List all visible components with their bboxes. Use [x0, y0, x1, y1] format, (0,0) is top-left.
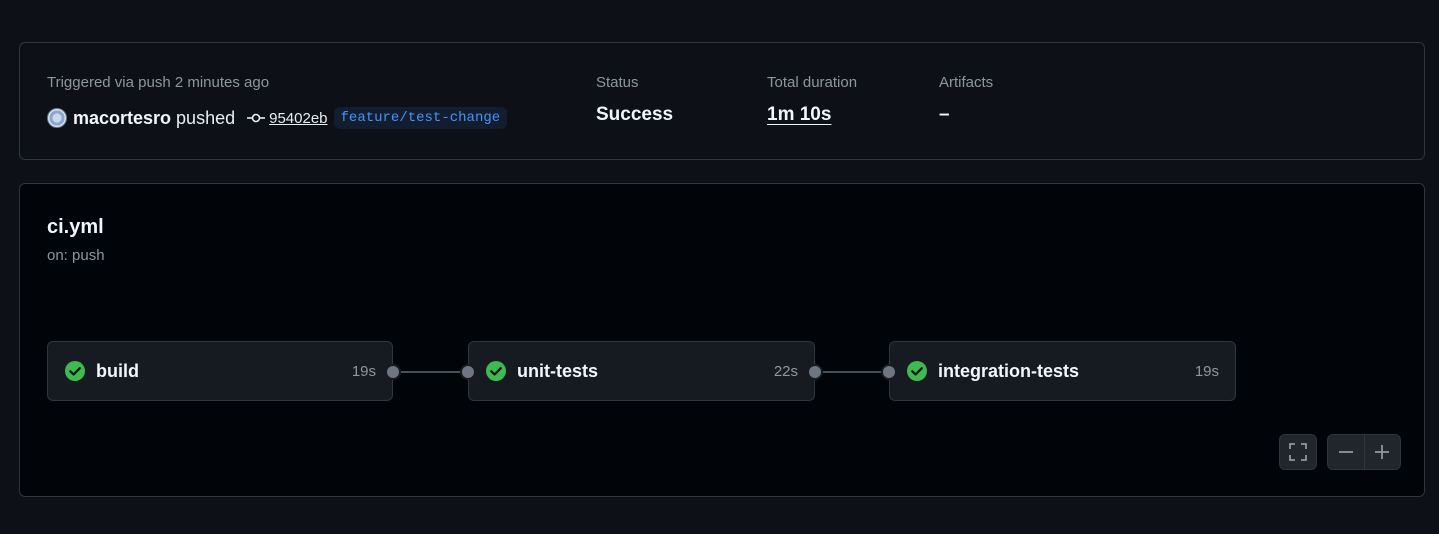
- job-name: unit-tests: [517, 360, 598, 381]
- job-duration: 19s: [351, 362, 376, 380]
- user-link[interactable]: macortesro: [73, 108, 171, 129]
- connector-dot: [460, 364, 476, 380]
- zoom-out-button[interactable]: [1328, 435, 1364, 469]
- job-connector: [398, 371, 468, 373]
- duration-value-link[interactable]: 1m 10s: [767, 104, 831, 126]
- avatar[interactable]: [47, 108, 67, 128]
- job-name: build: [96, 360, 139, 381]
- connector-dot: [881, 364, 897, 380]
- duration-label: Total duration: [767, 74, 858, 91]
- git-commit-icon: [247, 112, 266, 124]
- check-circle-icon: [907, 361, 927, 381]
- action-text: pushed: [176, 107, 236, 128]
- artifacts-label: Artifacts: [939, 74, 994, 91]
- job-duration: 19s: [1194, 362, 1219, 380]
- plus-icon: [1375, 445, 1390, 459]
- job-duration: 22s: [773, 362, 798, 380]
- minus-icon: [1338, 451, 1353, 453]
- fullscreen-icon: [1289, 443, 1307, 461]
- status-value: Success: [596, 104, 674, 125]
- fullscreen-button[interactable]: [1279, 434, 1317, 470]
- connector-dot: [807, 364, 823, 380]
- job-connector: [820, 371, 890, 373]
- zoom-in-button[interactable]: [1363, 435, 1401, 469]
- job-unit-tests[interactable]: unit-tests 22s: [468, 341, 815, 401]
- status-label: Status: [596, 74, 639, 91]
- job-name: integration-tests: [938, 360, 1080, 381]
- job-integration-tests[interactable]: integration-tests 19s: [889, 341, 1236, 401]
- trigger-row: macortesro pushed 95402eb feature/test-c…: [47, 105, 508, 131]
- workflow-file-name: ci.yml: [47, 216, 104, 238]
- workflow-graph-panel: ci.yml on: push build 19s unit-tests 22s…: [19, 183, 1425, 497]
- branch-label[interactable]: feature/test-change: [333, 107, 508, 129]
- trigger-text: Triggered via push 2 minutes ago: [47, 74, 270, 91]
- check-circle-icon: [65, 361, 85, 381]
- run-summary-panel: Triggered via push 2 minutes ago macorte…: [19, 42, 1425, 160]
- commit-sha-link[interactable]: 95402eb: [269, 110, 327, 127]
- job-build[interactable]: build 19s: [47, 341, 393, 401]
- check-circle-icon: [486, 361, 506, 381]
- artifacts-value: –: [939, 104, 950, 125]
- connector-dot: [385, 364, 401, 380]
- zoom-controls: [1327, 434, 1401, 470]
- workflow-trigger: on: push: [47, 247, 105, 264]
